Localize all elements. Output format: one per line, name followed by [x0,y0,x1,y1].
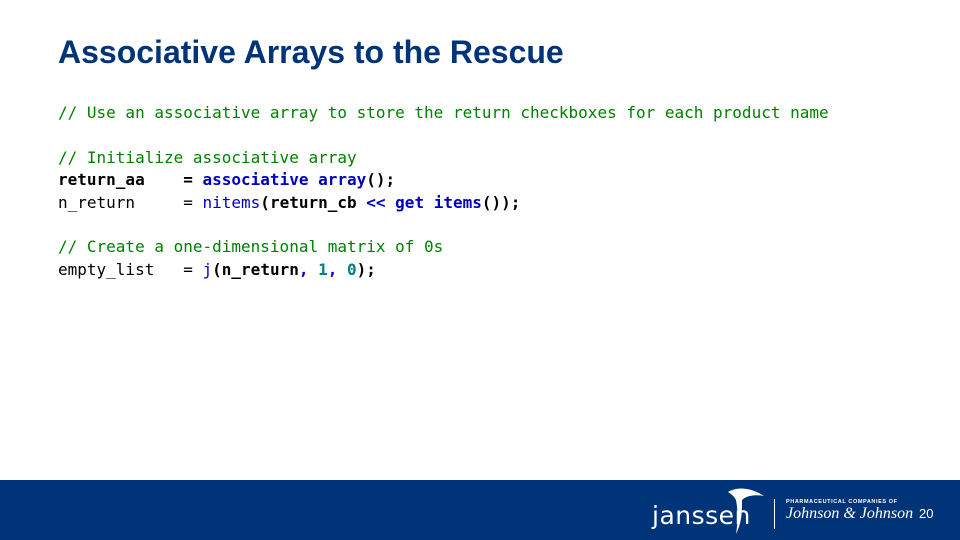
code-punct: ); [356,259,376,279]
code-comment-create-matrix: // Create a one-dimensional matrix of 0s [58,237,444,257]
code-equals: = [183,170,203,190]
janssen-swoosh-icon [728,488,764,534]
code-keyword-associative-array: associative array [202,170,367,190]
code-comma: , [327,259,348,279]
code-padding [154,260,183,279]
code-line-return-aa: return_aa = associative array(); [58,169,829,191]
code-equals: = [183,192,203,212]
slide: Associative Arrays to the Rescue // Use … [0,0,960,540]
code-comment-initialize: // Initialize associative array [58,147,357,167]
code-equals: = [183,259,203,279]
code-punct: (); [366,170,396,190]
code-comment-associative-array: // Use an associative array to store the… [58,103,829,122]
code-operator-send: << [356,192,396,212]
code-padding [145,170,184,189]
logo-divider [774,499,775,529]
code-function-nitems: nitems [202,192,261,212]
code-function-j: j [202,259,213,279]
slide-title: Associative Arrays to the Rescue [58,34,564,70]
code-punct: ( [212,259,222,279]
code-punct: ( [260,192,270,212]
code-message-get-items: get items [395,192,482,212]
page-number: 20 [919,506,934,521]
code-comma: , [298,259,319,279]
johnson-johnson-logo: Johnson & Johnson [786,505,914,522]
code-block: // Use an associative array to store the… [58,102,829,281]
code-padding [135,193,183,212]
code-var-return-aa: return_aa [58,170,145,190]
code-punct: ()); [481,192,521,212]
code-number-0: 0 [347,259,357,279]
code-arg-return-cb: return_cb [269,192,357,212]
code-var-n-return: n_return [58,192,136,212]
code-var-empty-list: empty_list [58,259,155,279]
code-arg-n-return: n_return [221,259,299,279]
code-line-empty-list: empty_list = j(n_return, 1, 0); [58,259,829,281]
code-number-1: 1 [318,259,328,279]
code-line-n-return: n_return = nitems(return_cb << get items… [58,192,829,214]
